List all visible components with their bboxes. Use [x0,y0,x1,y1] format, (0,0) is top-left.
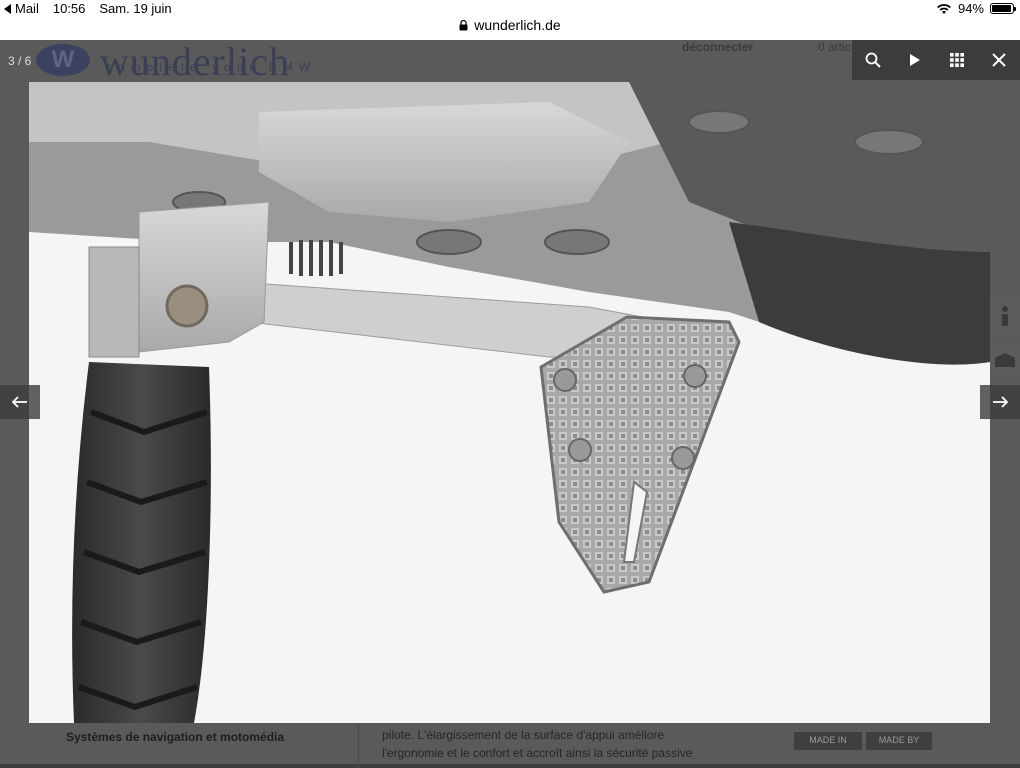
envelope-icon [995,353,1015,367]
status-time: 10:56 [52,1,86,16]
lightbox-image [29,82,990,723]
back-to-mail-button[interactable]: Mail [4,1,39,16]
lock-icon [459,19,468,30]
search-icon [865,52,881,68]
play-icon [910,54,920,66]
product-description: pilote. L'élargissement de la surface d'… [382,726,782,762]
url-bar[interactable]: wunderlich.de [0,17,1020,33]
close-icon [992,53,1006,67]
close-button[interactable] [978,40,1020,80]
cart-count: 0 artic [818,40,851,54]
url-text: wunderlich.de [474,17,561,33]
logo-badge: W [36,44,90,76]
product-photo [29,82,990,723]
back-app-label: Mail [15,1,39,16]
wifi-icon [937,3,951,14]
slideshow-button[interactable] [894,40,936,80]
grid-icon [950,53,964,67]
next-image-button[interactable] [980,385,1020,419]
lightbox-toolbar [852,40,1020,80]
made-by-badge: MADE BY [866,732,932,750]
mail-tab [990,342,1020,378]
battery-percent: 94% [957,1,984,16]
logout-link: déconnecter [682,40,754,54]
site-tagline: complete your BMW. [106,60,325,74]
arrow-right-icon [993,396,1008,408]
back-triangle-icon [4,3,11,14]
made-in-badge: MADE IN [794,732,862,750]
zoom-button[interactable] [852,40,894,80]
description-line-2: l'ergonomie et le confort et accroît ain… [382,746,693,760]
info-tab [990,298,1020,334]
status-date: Sam. 19 juin [99,1,172,16]
info-icon [1002,306,1008,326]
status-bar: Mail 10:56 Sam. 19 juin 94% wunderlich.d… [0,0,1020,40]
nav-item-navigation: Systèmes de navigation et motomédia [66,730,285,744]
image-counter: 3 / 6 [8,54,32,68]
arrow-left-icon [12,396,27,408]
previous-image-button[interactable] [0,385,40,419]
description-line-1: pilote. L'élargissement de la surface d'… [382,728,665,742]
battery-icon [990,3,1016,14]
thumbnails-button[interactable] [936,40,978,80]
